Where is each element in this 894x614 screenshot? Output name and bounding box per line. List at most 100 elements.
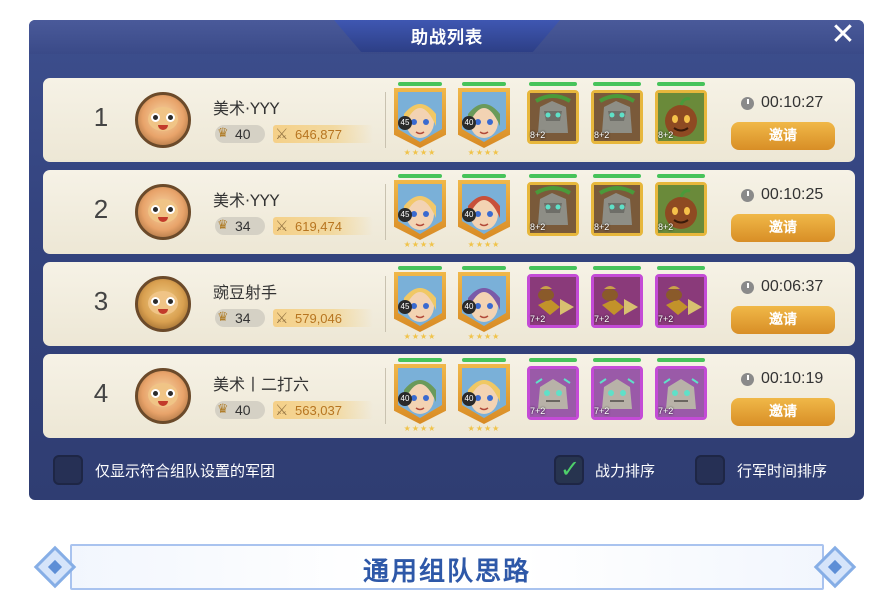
avatar-eye: [151, 113, 160, 122]
clock-icon: [741, 373, 754, 386]
unit-health-bar: [529, 358, 577, 362]
invite-button[interactable]: 邀请: [731, 214, 835, 242]
unit-tier: 8+2: [658, 130, 674, 140]
filter-checkbox[interactable]: [53, 455, 83, 485]
table-row: 4 美术丨二打六 ♛ 40 ⚔ 563,037 40 ★★★★ 40 ★★★★ …: [43, 354, 855, 438]
unit-health-bar: [593, 266, 641, 270]
power-badge: ⚔ 619,474: [273, 217, 373, 235]
crown-icon: ♛: [217, 402, 229, 417]
level-badge: ♛ 40: [215, 125, 265, 143]
crown-icon: ♛: [217, 126, 229, 141]
unit-health-bar: [657, 358, 705, 362]
unit-card: 8+2: [591, 82, 643, 148]
support-list[interactable]: 1 美术·YYY ♛ 40 ⚔ 646,877 45 ★★★★ 40 ★★★★ …: [43, 78, 855, 448]
unit-tier: 7+2: [530, 406, 546, 416]
unit-tier: 8+2: [658, 222, 674, 232]
unit-health-bar: [593, 82, 641, 86]
table-row: 2 美术·YYY ♛ 34 ⚔ 619,474 45 ★★★★ 40 ★★★★ …: [43, 170, 855, 254]
timer-value: 00:10:27: [761, 94, 824, 111]
avatar-eye: [166, 205, 175, 214]
unit-health-bar: [593, 358, 641, 362]
hero-card: 45 ★★★★: [394, 174, 446, 250]
hero-health-bar: [462, 82, 506, 86]
hero-card: 40 ★★★★: [458, 266, 510, 342]
hero-level: 40: [462, 300, 476, 314]
hero-level: 40: [462, 392, 476, 406]
unit-card: 7+2: [527, 266, 579, 332]
avatar[interactable]: [135, 368, 191, 424]
unit-card: 7+2: [655, 266, 707, 332]
hero-card: 45 ★★★★: [394, 82, 446, 158]
hero-card: 40 ★★★★: [458, 174, 510, 250]
hero-level: 45: [398, 116, 412, 130]
avatar-eye: [151, 297, 160, 306]
level-value: 40: [235, 126, 251, 142]
crossed-swords-icon: ⚔: [275, 217, 289, 235]
close-icon[interactable]: ✕: [829, 20, 857, 50]
unit-health-bar: [593, 174, 641, 178]
power-badge: ⚔ 646,877: [273, 125, 373, 143]
divider: [385, 276, 386, 332]
star-icon: ★★★★: [467, 424, 501, 433]
sort-time-label: 行军时间排序: [737, 462, 828, 480]
unit-health-bar: [657, 174, 705, 178]
rank-number: 1: [93, 102, 109, 132]
hero-health-bar: [398, 174, 442, 178]
unit-tier: 7+2: [530, 314, 546, 324]
level-value: 40: [235, 402, 251, 418]
checkmark-icon: ✓: [560, 455, 581, 483]
timer-value: 00:10:19: [761, 370, 824, 387]
player-name: 美术·YYY: [213, 191, 280, 210]
avatar-eye: [166, 113, 175, 122]
star-icon: ★★★★: [403, 240, 437, 249]
avatar[interactable]: [135, 184, 191, 240]
unit-health-bar: [657, 266, 705, 270]
unit-card: 7+2: [591, 266, 643, 332]
avatar-eye: [166, 297, 175, 306]
unit-card: 8+2: [655, 82, 707, 148]
filter-label: 仅显示符合组队设置的军团: [95, 462, 276, 480]
invite-button[interactable]: 邀请: [731, 398, 835, 426]
unit-health-bar: [529, 174, 577, 178]
unit-card: 7+2: [527, 358, 579, 424]
unit-tier: 7+2: [658, 406, 674, 416]
power-value: 646,877: [295, 127, 342, 142]
crossed-swords-icon: ⚔: [275, 309, 289, 327]
avatar-eye: [166, 389, 175, 398]
panel-title: 助战列表: [411, 28, 483, 48]
sort-power-checkbox[interactable]: ✓: [554, 455, 584, 485]
crown-icon: ♛: [217, 310, 229, 325]
avatar[interactable]: [135, 276, 191, 332]
hero-level: 45: [398, 208, 412, 222]
unit-tier: 8+2: [530, 130, 546, 140]
star-icon: ★★★★: [403, 148, 437, 157]
clock-icon: [741, 97, 754, 110]
hero-card: 40 ★★★★: [394, 358, 446, 434]
level-value: 34: [235, 218, 251, 234]
avatar[interactable]: [135, 92, 191, 148]
star-icon: ★★★★: [403, 424, 437, 433]
hero-health-bar: [462, 266, 506, 270]
rank-number: 2: [93, 194, 109, 224]
invite-button[interactable]: 邀请: [731, 122, 835, 150]
unit-card: 7+2: [655, 358, 707, 424]
unit-card: 8+2: [591, 174, 643, 240]
power-badge: ⚔ 563,037: [273, 401, 373, 419]
hero-level: 40: [462, 208, 476, 222]
sort-time-checkbox[interactable]: [695, 455, 725, 485]
divider: [385, 368, 386, 424]
panel-footer: 仅显示符合组队设置的军团 ✓ 战力排序 行军时间排序: [29, 448, 864, 500]
power-value: 619,474: [295, 219, 342, 234]
table-row: 3 豌豆射手 ♛ 34 ⚔ 579,046 45 ★★★★ 40 ★★★★ 7+…: [43, 262, 855, 346]
player-name: 美术丨二打六: [213, 375, 310, 394]
invite-button[interactable]: 邀请: [731, 306, 835, 334]
unit-tier: 8+2: [594, 222, 610, 232]
hero-health-bar: [462, 358, 506, 362]
power-badge: ⚔ 579,046: [273, 309, 373, 327]
unit-card: 7+2: [591, 358, 643, 424]
unit-card: 8+2: [655, 174, 707, 240]
divider: [385, 92, 386, 148]
avatar-eye: [151, 205, 160, 214]
power-value: 579,046: [295, 311, 342, 326]
section-title: 通用组队思路: [362, 557, 531, 587]
